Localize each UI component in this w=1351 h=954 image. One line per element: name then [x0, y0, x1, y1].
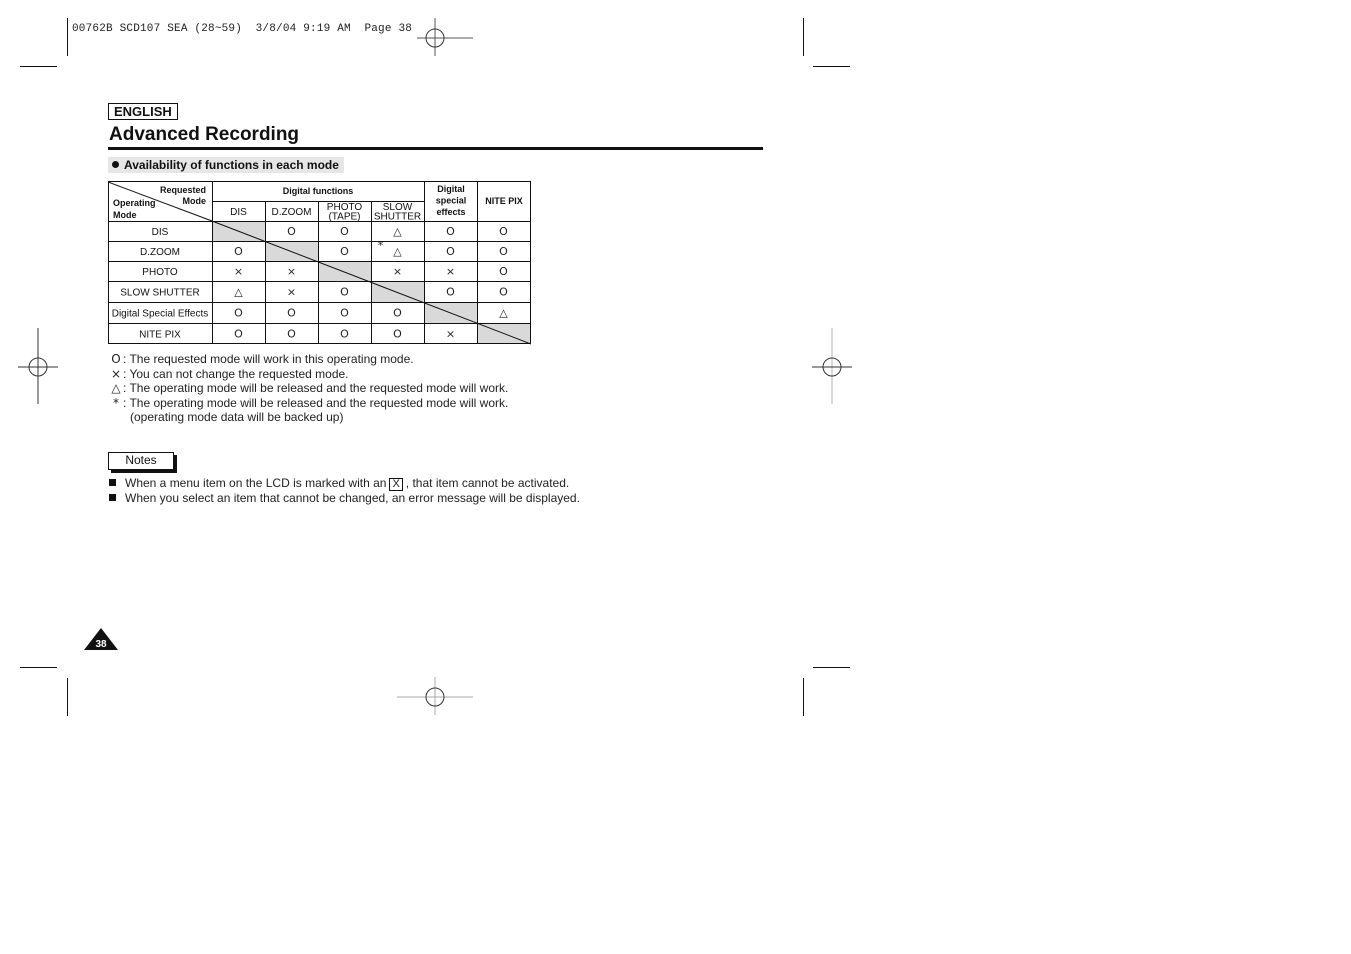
circle-mark: O: [287, 307, 296, 320]
corner-mode-label: Mode: [183, 196, 207, 206]
triangle-mark: △: [393, 225, 402, 238]
row-label: NITE PIX: [139, 330, 181, 341]
crop-mark: [67, 18, 68, 56]
crop-mark: [67, 678, 68, 716]
circle-mark: O: [234, 328, 243, 341]
notes-list: When a menu item on the LCD is marked wi…: [109, 476, 580, 506]
circle-mark: O: [340, 307, 349, 320]
language-badge: ENGLISH: [108, 103, 178, 120]
circle-mark: O: [446, 225, 455, 238]
shaded-cell: [371, 281, 424, 302]
circle-mark: O: [499, 225, 508, 238]
notes-label: Notes: [108, 452, 174, 470]
circle-mark: O: [446, 245, 455, 258]
cross-mark: ×: [234, 265, 243, 278]
legend-row: O: The requested mode will work in this …: [109, 352, 508, 367]
symbol-legend: O: The requested mode will work in this …: [109, 352, 508, 425]
square-bullet-icon: [109, 494, 116, 501]
page-number-badge: 38: [84, 628, 118, 650]
circle-mark: O: [499, 286, 508, 299]
page-number: 38: [95, 639, 107, 650]
section-heading-text: Availability of functions in each mode: [124, 158, 339, 172]
crop-mark: [20, 667, 57, 668]
square-bullet-icon: [109, 479, 116, 486]
row-label: Digital Special Effects: [112, 309, 209, 320]
title-rule: [108, 147, 763, 150]
cross-mark: ×: [393, 265, 402, 278]
circle-mark: O: [340, 286, 349, 299]
corner-requested-label: Requested: [160, 185, 206, 195]
note-text: , that item cannot be activated.: [405, 476, 570, 490]
registration-mark-icon: [417, 18, 473, 56]
corner-operating-label: Operating: [113, 198, 156, 208]
legend-text: : The operating mode will be released an…: [123, 395, 509, 410]
crop-mark: [813, 667, 850, 668]
header-nite-pix: NITE PIX: [485, 196, 523, 206]
legend-symbol: O: [111, 352, 121, 366]
cross-mark: ×: [446, 328, 455, 341]
disabled-x-icon: X: [389, 478, 403, 491]
legend-text: : The requested mode will work in this o…: [123, 352, 414, 366]
legend-text: : You can not change the requested mode.: [123, 366, 349, 381]
triangle-mark: △: [234, 286, 243, 299]
cross-mark: ×: [287, 286, 296, 299]
legend-symbol: △: [111, 381, 121, 396]
legend-text: : The operating mode will be released an…: [123, 381, 509, 396]
note-item: When you select an item that cannot be c…: [109, 491, 580, 506]
page-title: Advanced Recording: [109, 124, 300, 145]
column-header: D.ZOOM: [272, 207, 312, 218]
circle-mark: O: [499, 265, 508, 278]
header-digital-special-effects: effects: [436, 207, 465, 217]
circle-mark: O: [393, 328, 402, 341]
triangle-mark: △: [393, 245, 402, 258]
circle-mark: O: [287, 328, 296, 341]
registration-mark-icon: [812, 328, 852, 404]
note-text: When you select an item that cannot be c…: [125, 491, 580, 505]
circle-mark: O: [499, 245, 508, 258]
cross-mark: ×: [446, 265, 455, 278]
crop-mark: [813, 66, 850, 67]
asterisk-mark: *: [378, 239, 384, 252]
bullet-icon: [112, 161, 119, 168]
crop-mark: [803, 678, 804, 716]
corner-mode2-label: Mode: [113, 210, 137, 220]
legend-row: △: The operating mode will be released a…: [109, 381, 508, 396]
registration-mark-icon: [397, 677, 473, 715]
legend-row: ×: You can not change the requested mode…: [109, 367, 508, 382]
header-digital-functions: Digital functions: [283, 186, 354, 196]
column-header: (TAPE): [328, 212, 360, 223]
circle-mark: O: [287, 225, 296, 238]
legend-row: * : The operating mode will be released a…: [109, 396, 508, 411]
row-label: SLOW SHUTTER: [120, 288, 199, 299]
shaded-cell: [318, 261, 371, 281]
legend-text: (operating mode data will be backed up): [130, 410, 344, 425]
legend-symbol: ×: [110, 366, 122, 381]
circle-mark: O: [446, 286, 455, 299]
legend-symbol: *: [113, 395, 119, 410]
legend-row: (operating mode data will be backed up): [109, 410, 508, 425]
availability-table: Requested Mode Operating Mode Digital functi…: [108, 181, 531, 345]
column-header: SHUTTER: [374, 212, 421, 223]
column-header: DIS: [230, 207, 247, 218]
crop-mark: [20, 66, 57, 67]
circle-mark: O: [340, 245, 349, 258]
row-label: D.ZOOM: [140, 247, 180, 258]
print-slug: 00762B SCD107 SEA (28~59) 3/8/04 9:19 AM…: [72, 23, 413, 35]
circle-mark: O: [340, 328, 349, 341]
header-digital-special-effects: special: [436, 196, 467, 206]
note-item: When a menu item on the LCD is marked wi…: [109, 476, 580, 491]
circle-mark: O: [393, 307, 402, 320]
section-heading: Availability of functions in each mode: [108, 157, 344, 173]
crop-mark: [803, 18, 804, 56]
note-text: When a menu item on the LCD is marked wi…: [125, 476, 387, 490]
cross-mark: ×: [287, 265, 296, 278]
circle-mark: O: [340, 225, 349, 238]
row-label: DIS: [152, 227, 169, 238]
triangle-mark: △: [499, 307, 508, 320]
circle-mark: O: [234, 307, 243, 320]
row-label: PHOTO: [142, 267, 178, 278]
registration-mark-icon: [18, 328, 58, 404]
header-digital-special-effects: Digital: [437, 184, 465, 194]
circle-mark: O: [234, 245, 243, 258]
